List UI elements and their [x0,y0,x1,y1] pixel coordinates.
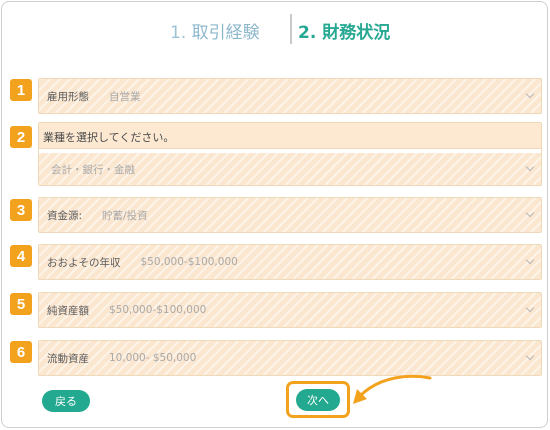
step-1-number: 1. [170,23,187,43]
net-worth-value: $50,000-$100,000 [109,304,207,316]
row-number-badge: 6 [10,341,32,363]
net-worth-select[interactable]: 純資産額 $50,000-$100,000 [38,292,542,328]
step-2-financial-status: 2. 財務状況 [298,18,390,43]
industry-value: 会計・銀行・金融 [51,164,135,176]
chevron-down-icon [525,89,535,99]
employment-type-value: 自営業 [109,90,141,103]
annual-income-label: おおよその年収 [47,256,121,269]
employment-type-label: 雇用形態 [47,90,89,103]
next-button[interactable]: 次へ [296,389,340,411]
chevron-down-icon [525,303,535,313]
step-divider [290,14,292,44]
annual-income-value: $50,000-$100,000 [140,256,238,268]
source-of-funds-value: 貯蓄/投資 [102,209,148,222]
industry-group: 業種を選択してください。 会計・銀行・金融 [38,122,542,186]
annual-income-select[interactable]: おおよその年収 $50,000-$100,000 [38,244,542,280]
row-number-badge: 5 [10,293,32,315]
net-worth-label: 純資産額 [47,304,89,317]
step-2-number: 2. [298,23,317,43]
source-of-funds-select[interactable]: 資金源: 貯蓄/投資 [38,197,542,233]
liquid-assets-select[interactable]: 流動資産 10,000- $50,000 [38,340,542,376]
row-number-badge: 1 [10,79,32,101]
liquid-assets-value: 10,000- $50,000 [109,352,197,364]
row-number-badge: 4 [10,245,32,267]
chevron-down-icon [525,208,535,218]
step-indicator: 1. 取引経験 2. 財務状況 [0,12,550,46]
chevron-down-icon [525,351,535,361]
liquid-assets-label: 流動資産 [47,352,89,365]
source-of-funds-label: 資金源: [47,209,83,222]
step-1-label: 取引経験 [191,23,260,43]
row-number-badge: 3 [10,199,32,221]
chevron-down-icon [525,162,535,172]
employment-type-select[interactable]: 雇用形態 自営業 [38,78,542,114]
industry-select[interactable]: 会計・銀行・金融 [39,153,541,185]
back-button[interactable]: 戻る [42,390,90,412]
industry-prompt-label: 業種を選択してください。 [39,123,541,149]
step-1-trading-experience[interactable]: 1. 取引経験 [170,18,260,43]
pointer-arrow-icon [353,374,432,404]
row-number-badge: 2 [10,126,32,148]
chevron-down-icon [525,255,535,265]
step-2-label: 財務状況 [322,23,391,43]
